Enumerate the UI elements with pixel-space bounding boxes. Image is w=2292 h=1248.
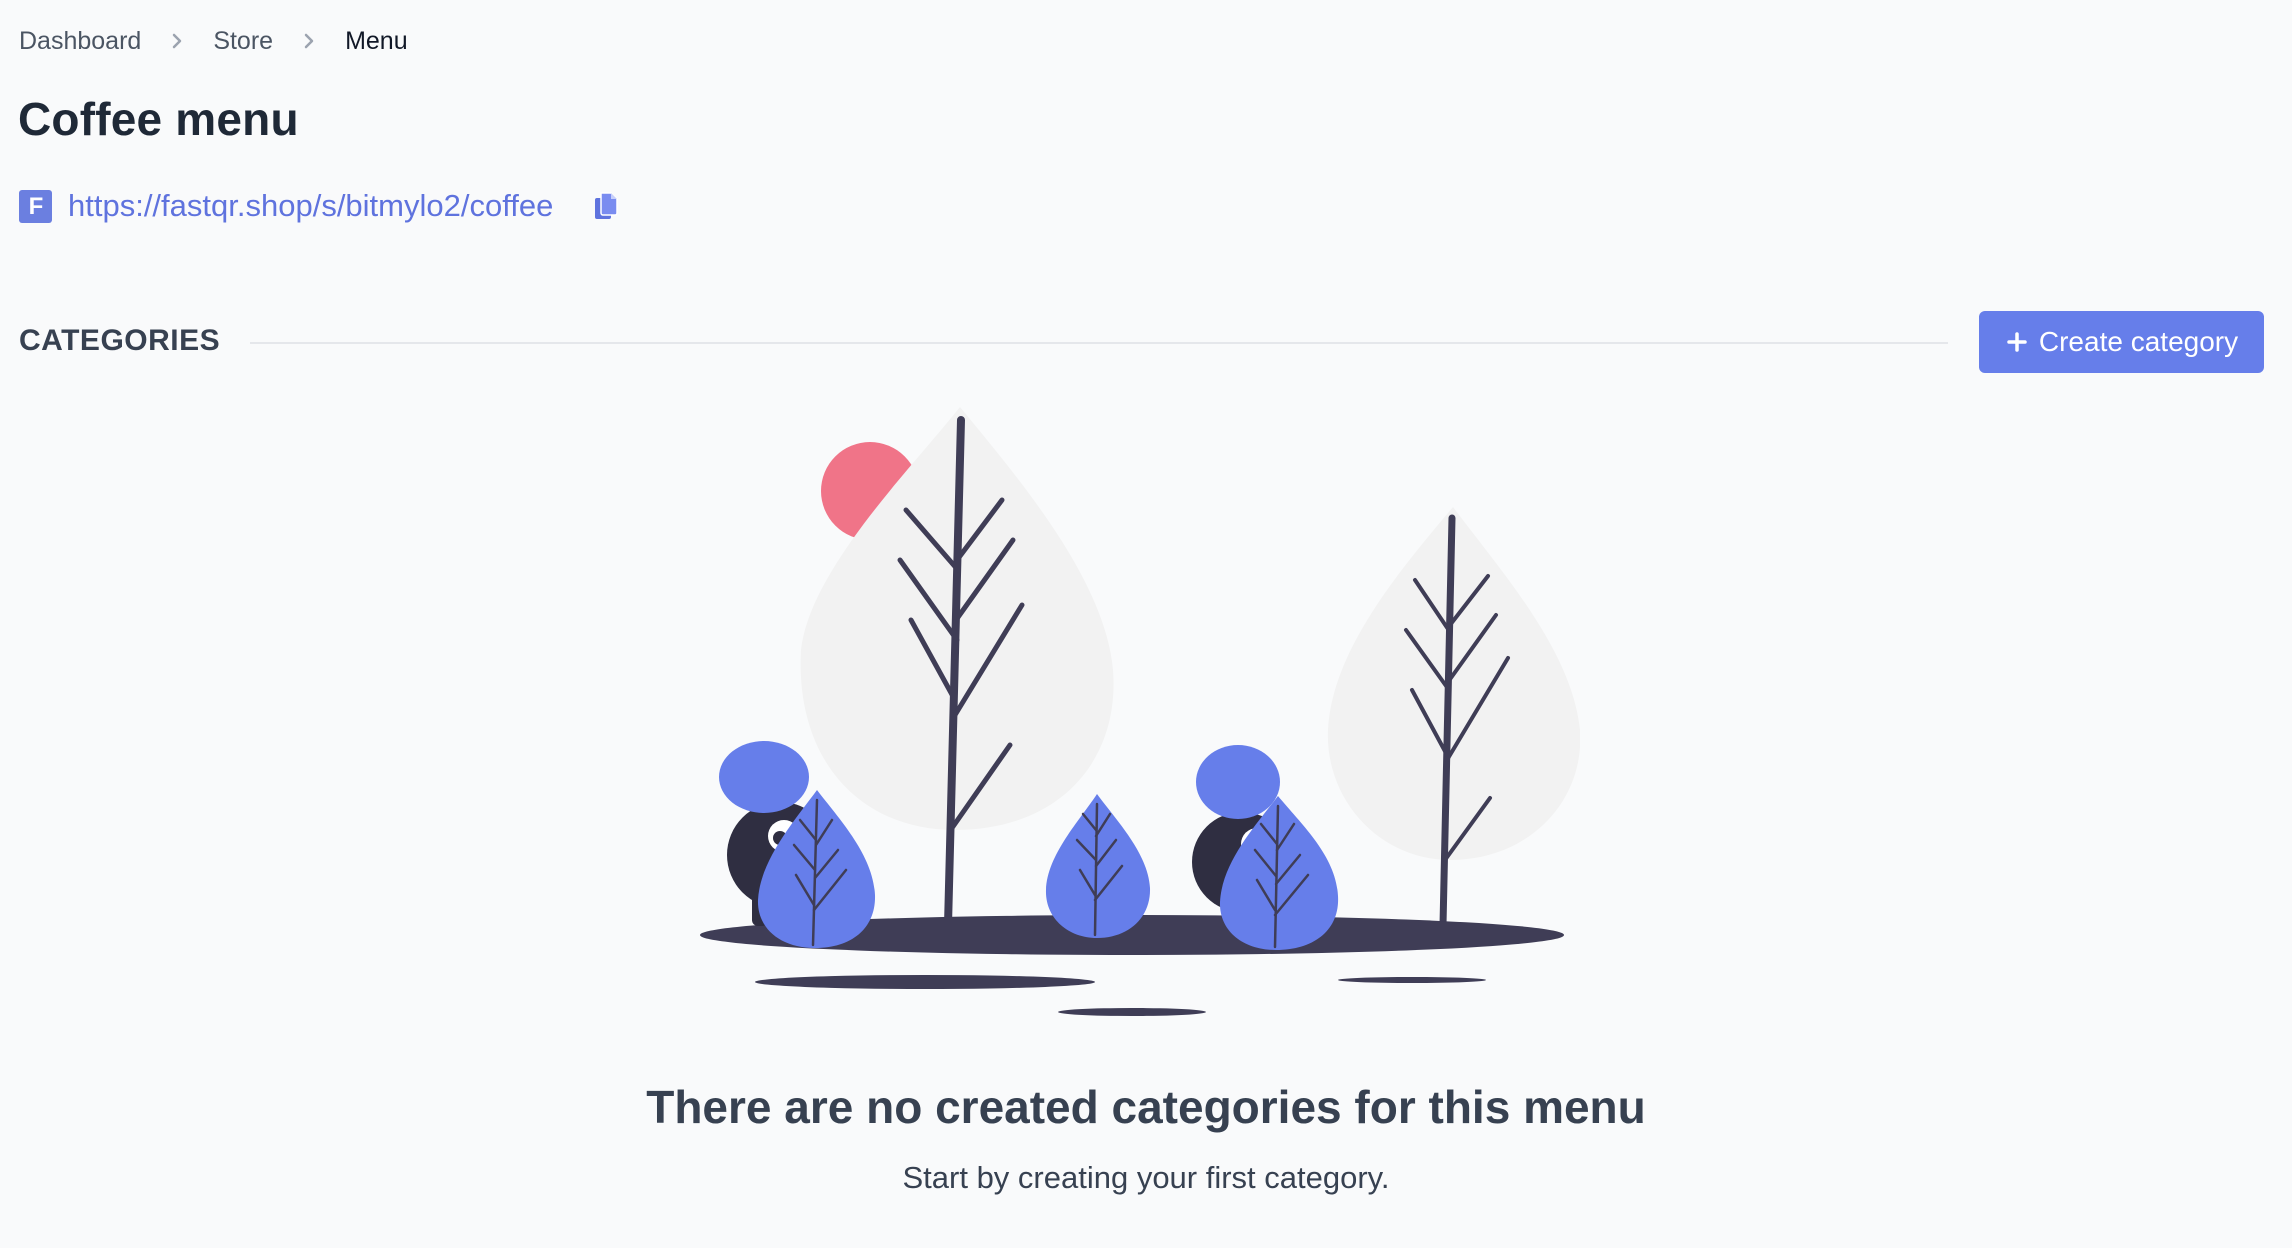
create-category-label: Create category (2038, 326, 2239, 357)
favicon-letter: F (28, 194, 43, 218)
store-link-row: F https://fastqr.shop/s/bitmylo2/coffee (19, 186, 621, 226)
breadcrumb-store[interactable]: Store (213, 27, 273, 56)
create-category-button[interactable]: Create category (1979, 311, 2264, 373)
ground-shadow-small (1338, 977, 1486, 983)
breadcrumb: Dashboard Store Menu (19, 24, 408, 58)
page: Dashboard Store Menu Coffee menu F https… (0, 0, 2292, 1248)
page-title: Coffee menu (18, 93, 299, 145)
plus-icon (2005, 330, 2029, 354)
empty-state-subtitle: Start by creating your first category. (902, 1160, 1390, 1195)
breadcrumb-dashboard[interactable]: Dashboard (19, 27, 141, 56)
ground-shadow-small (1058, 1008, 1206, 1016)
breadcrumb-menu: Menu (345, 26, 408, 55)
copy-icon[interactable] (591, 189, 621, 223)
empty-state-title: There are no created categories for this… (646, 1081, 1646, 1133)
chevron-right-icon (167, 31, 187, 51)
section-divider (250, 342, 1948, 344)
empty-state-illustration (700, 407, 1580, 1016)
categories-heading: CATEGORIES (19, 324, 221, 357)
chevron-right-icon (299, 31, 319, 51)
store-favicon-icon: F (19, 189, 52, 223)
ground-shadow-small (755, 975, 1095, 989)
store-url-link[interactable]: https://fastqr.shop/s/bitmylo2/coffee (68, 188, 553, 224)
